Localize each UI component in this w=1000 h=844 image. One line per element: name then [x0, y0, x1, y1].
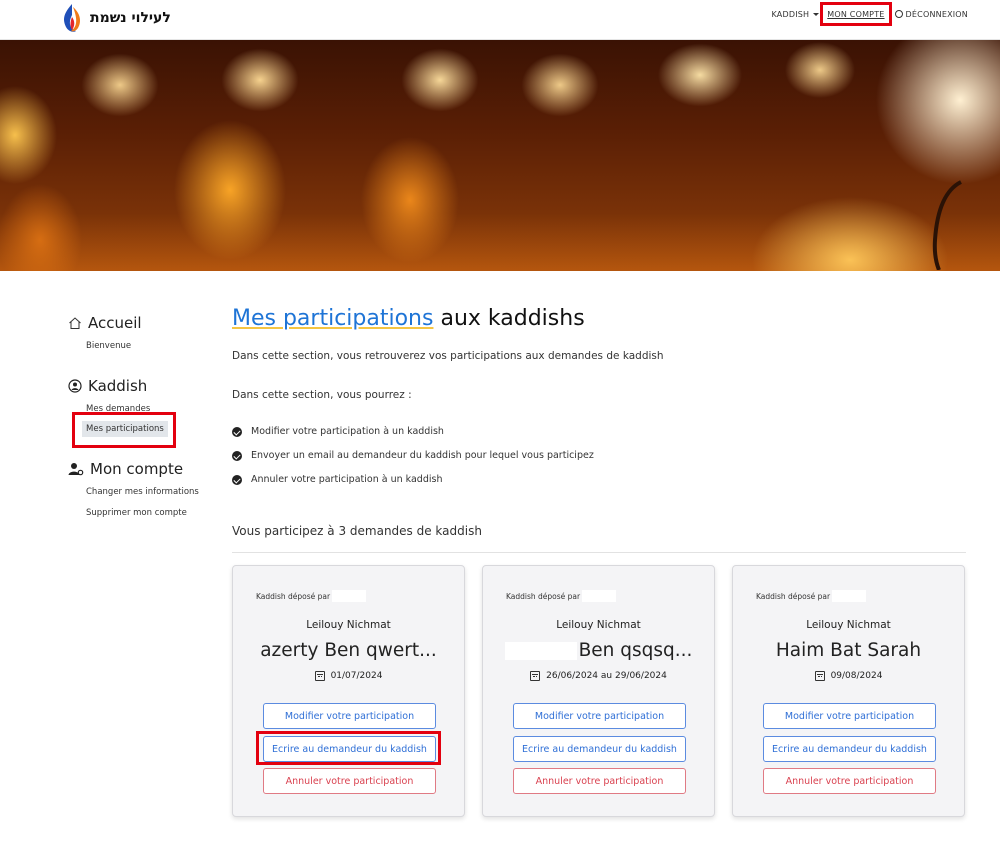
card-date: 09/08/2024	[733, 671, 964, 681]
calendar-icon	[530, 671, 541, 681]
sidebar-item-supprimer-compte[interactable]: Supprimer mon compte	[86, 508, 187, 518]
write-requester-button[interactable]: Ecrire au demandeur du kaddish	[263, 736, 436, 762]
card-leilouy: Leilouy Nichmat	[306, 619, 391, 631]
sidebar-section-kaddish: Kaddish	[68, 377, 147, 395]
candle-wick-decoration	[932, 180, 963, 270]
nav-kaddish-label: KADDISH	[771, 9, 810, 19]
logo[interactable]: לעילוי נשמת	[60, 2, 171, 34]
kaddish-card: Kaddish déposé par Leilouy Nichmat Haim …	[732, 565, 965, 817]
card-deposited-by: Kaddish déposé par	[506, 590, 617, 602]
nav-logout[interactable]: DÉCONNEXION	[894, 9, 968, 19]
hero-banner-candles	[0, 40, 1000, 271]
check-circle-icon	[232, 450, 242, 461]
sidebar-item-bienvenue[interactable]: Bienvenue	[86, 341, 131, 351]
check-circle-icon	[232, 426, 242, 437]
redacted-name	[832, 590, 867, 602]
check-circle-icon	[232, 474, 242, 485]
card-deposited-by: Kaddish déposé par	[756, 590, 867, 602]
power-icon	[894, 10, 903, 18]
bullet-text: Modifier votre participation à un kaddis…	[251, 426, 444, 437]
user-circle-icon	[68, 379, 82, 393]
card-leilouy: Leilouy Nichmat	[806, 619, 891, 631]
calendar-icon	[814, 671, 825, 681]
nav-account-label: MON COMPTE	[827, 9, 885, 19]
calendar-icon	[314, 671, 325, 681]
sidebar-section-accueil: Accueil	[68, 314, 142, 332]
sidebar-title-kaddish: Kaddish	[88, 377, 148, 395]
nav-logout-label: DÉCONNEXION	[905, 9, 968, 19]
kaddish-card: Kaddish déposé par Leilouy Nichmat azert…	[232, 565, 465, 817]
modify-participation-button[interactable]: Modifier votre participation	[263, 703, 436, 729]
page-title-rest: aux kaddishs	[440, 306, 585, 331]
write-requester-button[interactable]: Ecrire au demandeur du kaddish	[763, 736, 936, 762]
bullet-text: Envoyer un email au demandeur du kaddish…	[251, 450, 594, 461]
card-by-label: Kaddish déposé par	[256, 591, 331, 601]
redacted-name	[332, 590, 367, 602]
page-title-link[interactable]: Mes participations	[232, 306, 433, 331]
modify-participation-button[interactable]: Modifier votre participation	[763, 703, 936, 729]
divider	[232, 552, 966, 553]
caret-down-icon	[813, 12, 820, 16]
redacted-name	[582, 590, 617, 602]
can-do-text: Dans cette section, vous pourrez :	[232, 389, 412, 401]
sidebar-item-changer-infos[interactable]: Changer mes informations	[86, 487, 199, 497]
nav-mon-compte[interactable]: MON COMPTE	[827, 10, 884, 19]
cancel-participation-button[interactable]: Annuler votre participation	[763, 768, 936, 794]
page-title: Mes participations aux kaddishs	[232, 306, 585, 331]
bullet-item: Modifier votre participation à un kaddis…	[232, 426, 444, 437]
bullet-text: Annuler votre participation à un kaddish	[251, 474, 443, 485]
card-date: 26/06/2024 au 29/06/2024	[483, 671, 714, 681]
card-by-label: Kaddish déposé par	[506, 591, 581, 601]
card-deceased-name-wrap: Ben qsqsq...	[483, 640, 714, 661]
card-deceased-name: Haim Bat Sarah	[775, 640, 922, 661]
card-date-text: 09/08/2024	[830, 671, 883, 681]
card-by-label: Kaddish déposé par	[756, 591, 831, 601]
kaddish-card: Kaddish déposé par Leilouy Nichmat Ben q…	[482, 565, 715, 817]
sidebar-item-mes-participations[interactable]: Mes participations	[82, 421, 168, 437]
card-leilouy: Leilouy Nichmat	[556, 619, 641, 631]
cancel-participation-button[interactable]: Annuler votre participation	[263, 768, 436, 794]
card-deceased-name: Ben qsqsq...	[578, 640, 693, 661]
card-deceased-name: azerty Ben qwert...	[260, 640, 437, 661]
top-navbar: לעילוי נשמת KADDISH MON COMPTE DÉCONNEXI…	[0, 0, 1000, 40]
nav-kaddish-dropdown[interactable]: KADDISH	[772, 10, 820, 19]
flame-icon	[64, 4, 81, 32]
modify-participation-button[interactable]: Modifier votre participation	[513, 703, 686, 729]
write-requester-button[interactable]: Ecrire au demandeur du kaddish	[513, 736, 686, 762]
sidebar-title-mon-compte: Mon compte	[90, 460, 184, 478]
card-date-text: 01/07/2024	[330, 671, 383, 681]
card-deposited-by: Kaddish déposé par	[256, 590, 367, 602]
sidebar-section-mon-compte: Mon compte	[68, 460, 183, 478]
sidebar-title-accueil: Accueil	[88, 314, 142, 332]
logo-text: לעילוי נשמת	[90, 10, 171, 26]
bullet-item: Annuler votre participation à un kaddish	[232, 474, 442, 485]
user-gear-icon	[68, 463, 84, 476]
bullet-item: Envoyer un email au demandeur du kaddish…	[232, 450, 594, 461]
home-icon	[69, 317, 81, 329]
card-date: 01/07/2024	[233, 671, 464, 681]
cancel-participation-button[interactable]: Annuler votre participation	[513, 768, 686, 794]
participation-count: Vous participez à 3 demandes de kaddish	[232, 524, 482, 538]
redacted-name	[504, 642, 577, 660]
card-date-text: 26/06/2024 au 29/06/2024	[546, 671, 667, 681]
navbar-menu: KADDISH MON COMPTE DÉCONNEXION	[772, 6, 969, 22]
sidebar-item-mes-demandes[interactable]: Mes demandes	[86, 404, 150, 414]
intro-text: Dans cette section, vous retrouverez vos…	[232, 350, 664, 362]
